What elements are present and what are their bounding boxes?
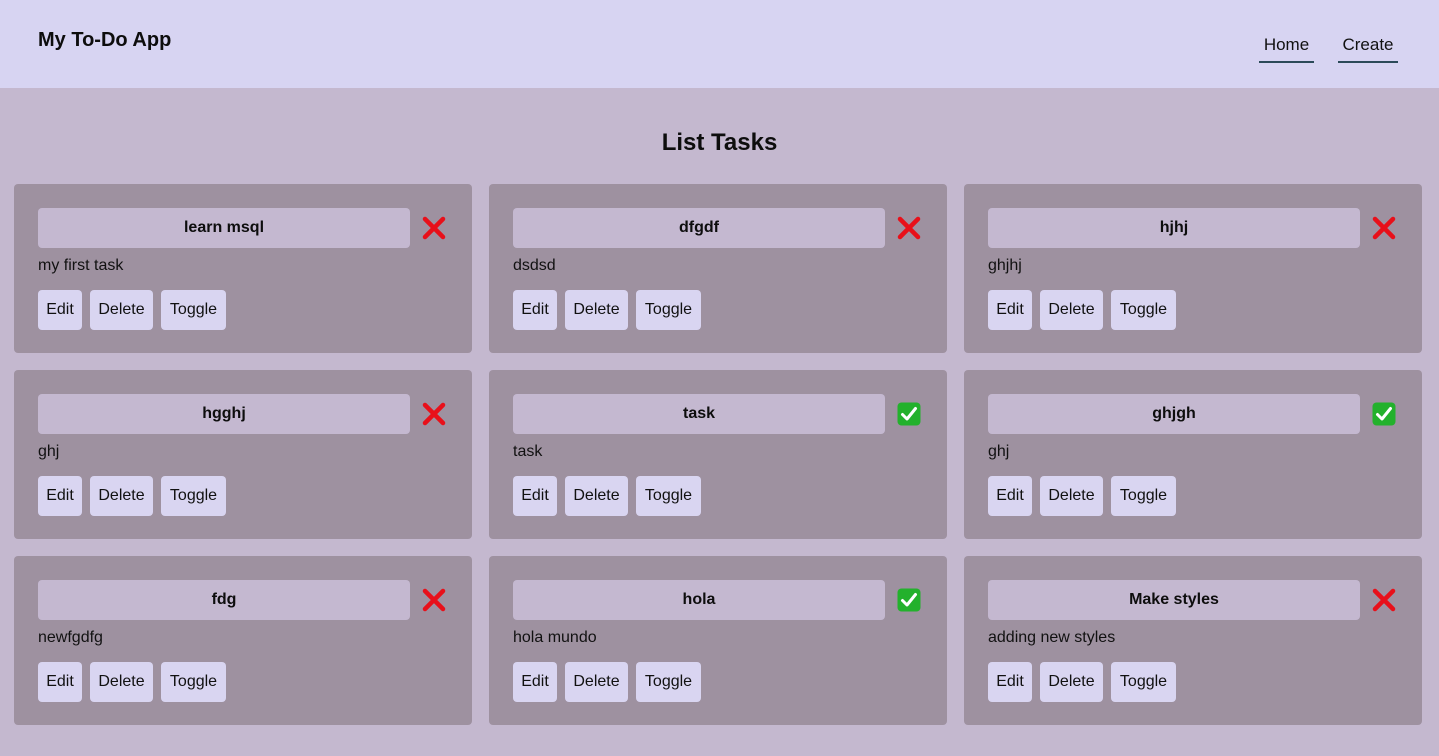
toggle-button[interactable]: Toggle xyxy=(161,290,226,330)
toggle-button[interactable]: Toggle xyxy=(636,476,701,516)
task-title: task xyxy=(513,394,885,434)
toggle-button[interactable]: Toggle xyxy=(1111,476,1176,516)
delete-button[interactable]: Delete xyxy=(1040,290,1103,330)
cross-mark-icon xyxy=(422,588,446,612)
task-description: task xyxy=(513,443,543,460)
task-title: hola xyxy=(513,580,885,620)
edit-button[interactable]: Edit xyxy=(513,290,557,330)
edit-button[interactable]: Edit xyxy=(38,476,82,516)
delete-button[interactable]: Delete xyxy=(90,476,153,516)
delete-button[interactable]: Delete xyxy=(565,290,628,330)
task-card: dfgdf dsdsd Edit Delete Toggle xyxy=(489,184,947,353)
cross-mark-icon xyxy=(422,216,446,240)
task-title: fdg xyxy=(38,580,410,620)
task-title: hgghj xyxy=(38,394,410,434)
task-title: learn msql xyxy=(38,208,410,248)
edit-button[interactable]: Edit xyxy=(988,476,1032,516)
toggle-button[interactable]: Toggle xyxy=(636,662,701,702)
nav-link-home[interactable]: Home xyxy=(1259,34,1314,63)
delete-button[interactable]: Delete xyxy=(565,476,628,516)
task-card: hola hola mundo Edit Delete Toggle xyxy=(489,556,947,725)
delete-button[interactable]: Delete xyxy=(90,290,153,330)
delete-button[interactable]: Delete xyxy=(90,662,153,702)
task-description: newfgdfg xyxy=(38,629,103,646)
task-description: ghjhj xyxy=(988,257,1022,274)
task-description: ghj xyxy=(988,443,1010,460)
edit-button[interactable]: Edit xyxy=(988,662,1032,702)
cross-mark-icon xyxy=(1372,588,1396,612)
task-description: dsdsd xyxy=(513,257,556,274)
task-description: my first task xyxy=(38,257,124,274)
task-description: hola mundo xyxy=(513,629,597,646)
task-title: Make styles xyxy=(988,580,1360,620)
top-navbar: My To-Do App Home Create xyxy=(0,0,1439,88)
delete-button[interactable]: Delete xyxy=(1040,476,1103,516)
toggle-button[interactable]: Toggle xyxy=(1111,662,1176,702)
toggle-button[interactable]: Toggle xyxy=(161,662,226,702)
task-title: dfgdf xyxy=(513,208,885,248)
task-card: ghjgh ghj Edit Delete Toggle xyxy=(964,370,1422,539)
toggle-button[interactable]: Toggle xyxy=(161,476,226,516)
edit-button[interactable]: Edit xyxy=(988,290,1032,330)
check-mark-icon xyxy=(1372,402,1396,426)
cross-mark-icon xyxy=(897,216,921,240)
app-title: My To-Do App xyxy=(38,29,172,51)
cross-mark-icon xyxy=(422,402,446,426)
task-card: fdg newfgdfg Edit Delete Toggle xyxy=(14,556,472,725)
toggle-button[interactable]: Toggle xyxy=(636,290,701,330)
check-mark-icon xyxy=(897,588,921,612)
task-title: hjhj xyxy=(988,208,1360,248)
task-card: hjhj ghjhj Edit Delete Toggle xyxy=(964,184,1422,353)
task-description: ghj xyxy=(38,443,60,460)
toggle-button[interactable]: Toggle xyxy=(1111,290,1176,330)
task-card: learn msql my first task Edit Delete Toggle xyxy=(14,184,472,353)
task-card: Make styles adding new styles Edit Delete To… xyxy=(964,556,1422,725)
delete-button[interactable]: Delete xyxy=(565,662,628,702)
task-title: ghjgh xyxy=(988,394,1360,434)
edit-button[interactable]: Edit xyxy=(513,476,557,516)
delete-button[interactable]: Delete xyxy=(1040,662,1103,702)
edit-button[interactable]: Edit xyxy=(513,662,557,702)
page-title: List Tasks xyxy=(661,129,778,156)
task-card: hgghj ghj Edit Delete Toggle xyxy=(14,370,472,539)
edit-button[interactable]: Edit xyxy=(38,290,82,330)
cross-mark-icon xyxy=(1372,216,1396,240)
task-card: task task Edit Delete Toggle xyxy=(489,370,947,539)
edit-button[interactable]: Edit xyxy=(38,662,82,702)
check-mark-icon xyxy=(897,402,921,426)
nav-link-create[interactable]: Create xyxy=(1338,34,1398,63)
task-description: adding new styles xyxy=(988,629,1116,646)
